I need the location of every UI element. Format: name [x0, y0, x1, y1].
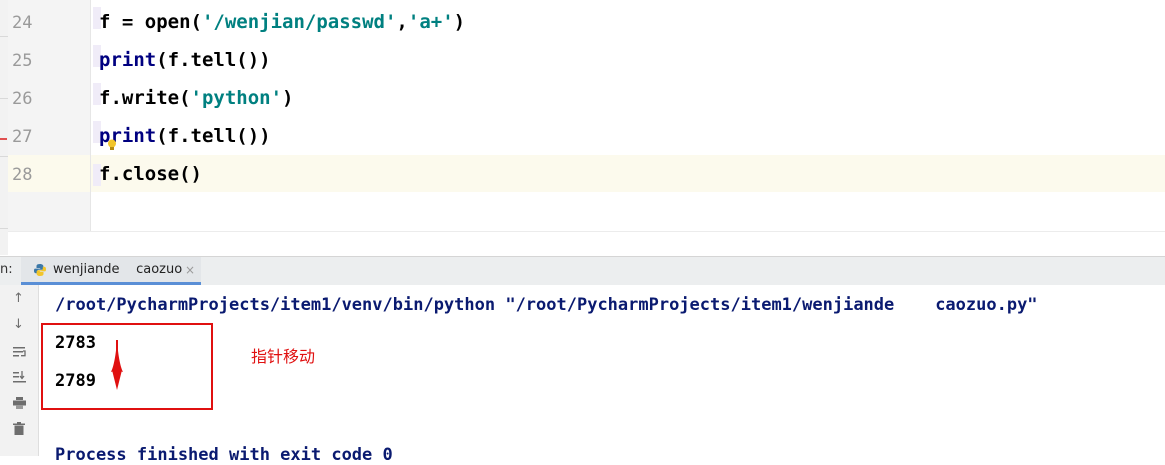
scroll-to-end-icon[interactable]: [13, 371, 26, 383]
console-toolbar: ↑ ↓: [0, 285, 39, 456]
close-icon[interactable]: ×: [185, 263, 195, 277]
soft-wrap-icon[interactable]: [13, 346, 26, 358]
console-finish-line: Process finished with exit code 0: [55, 445, 393, 465]
annotation-highlight-box: [41, 323, 213, 410]
code-line[interactable]: f.write('python'): [99, 79, 293, 117]
code-token: f.write(: [99, 87, 191, 109]
code-token: f.close(): [99, 163, 202, 185]
code-token: print: [99, 49, 157, 71]
line-number: 28: [12, 165, 33, 185]
code-line[interactable]: print(f.tell()): [99, 117, 271, 155]
trash-icon[interactable]: [13, 422, 25, 435]
console-output[interactable]: /root/PycharmProjects/item1/venv/bin/pyt…: [39, 285, 1165, 465]
print-icon[interactable]: [13, 397, 26, 409]
editor-bottom-area: [8, 231, 1165, 256]
line-number: 26: [12, 89, 33, 109]
line-number: 24: [12, 13, 33, 33]
code-token: ,: [396, 11, 408, 33]
code-token: (f.tell()): [156, 49, 271, 71]
lightbulb-icon[interactable]: [107, 139, 117, 151]
code-token: ): [282, 87, 294, 109]
code-editor[interactable]: 24 25 26 27 28 f = open('/wenjian/passwd…: [0, 0, 1165, 256]
current-line-highlight: [91, 155, 1165, 192]
up-arrow-icon[interactable]: ↑: [13, 291, 24, 306]
run-panel-header: n: wenjiande caozuo ×: [0, 256, 1165, 286]
error-stripe-marker: [0, 138, 7, 140]
line-number: 27: [12, 127, 33, 147]
python-icon: [34, 264, 46, 276]
code-line[interactable]: f.close(): [99, 155, 202, 193]
down-arrow-icon[interactable]: ↓: [13, 317, 24, 332]
code-token: 'python': [190, 87, 283, 109]
run-tab-label: wenjiande caozuo: [53, 262, 183, 277]
code-token: '/wenjian/passwd': [201, 11, 397, 33]
code-line[interactable]: print(f.tell()): [99, 41, 271, 79]
code-token: ): [453, 11, 466, 33]
line-number: 25: [12, 51, 33, 71]
code-token: 'a+': [407, 11, 454, 33]
console-command: /root/PycharmProjects/item1/venv/bin/pyt…: [55, 295, 1038, 315]
annotation-text: 指针移动: [251, 347, 316, 366]
code-line[interactable]: f = open('/wenjian/passwd','a+'): [99, 3, 465, 41]
code-token: f = open(: [99, 11, 202, 33]
code-token: (f.tell()): [156, 125, 271, 147]
run-panel-label: n:: [0, 262, 13, 277]
run-tab[interactable]: wenjiande caozuo ×: [21, 257, 201, 285]
line-number-gutter[interactable]: [8, 0, 91, 231]
down-arrow-annotation-icon: [111, 340, 123, 390]
